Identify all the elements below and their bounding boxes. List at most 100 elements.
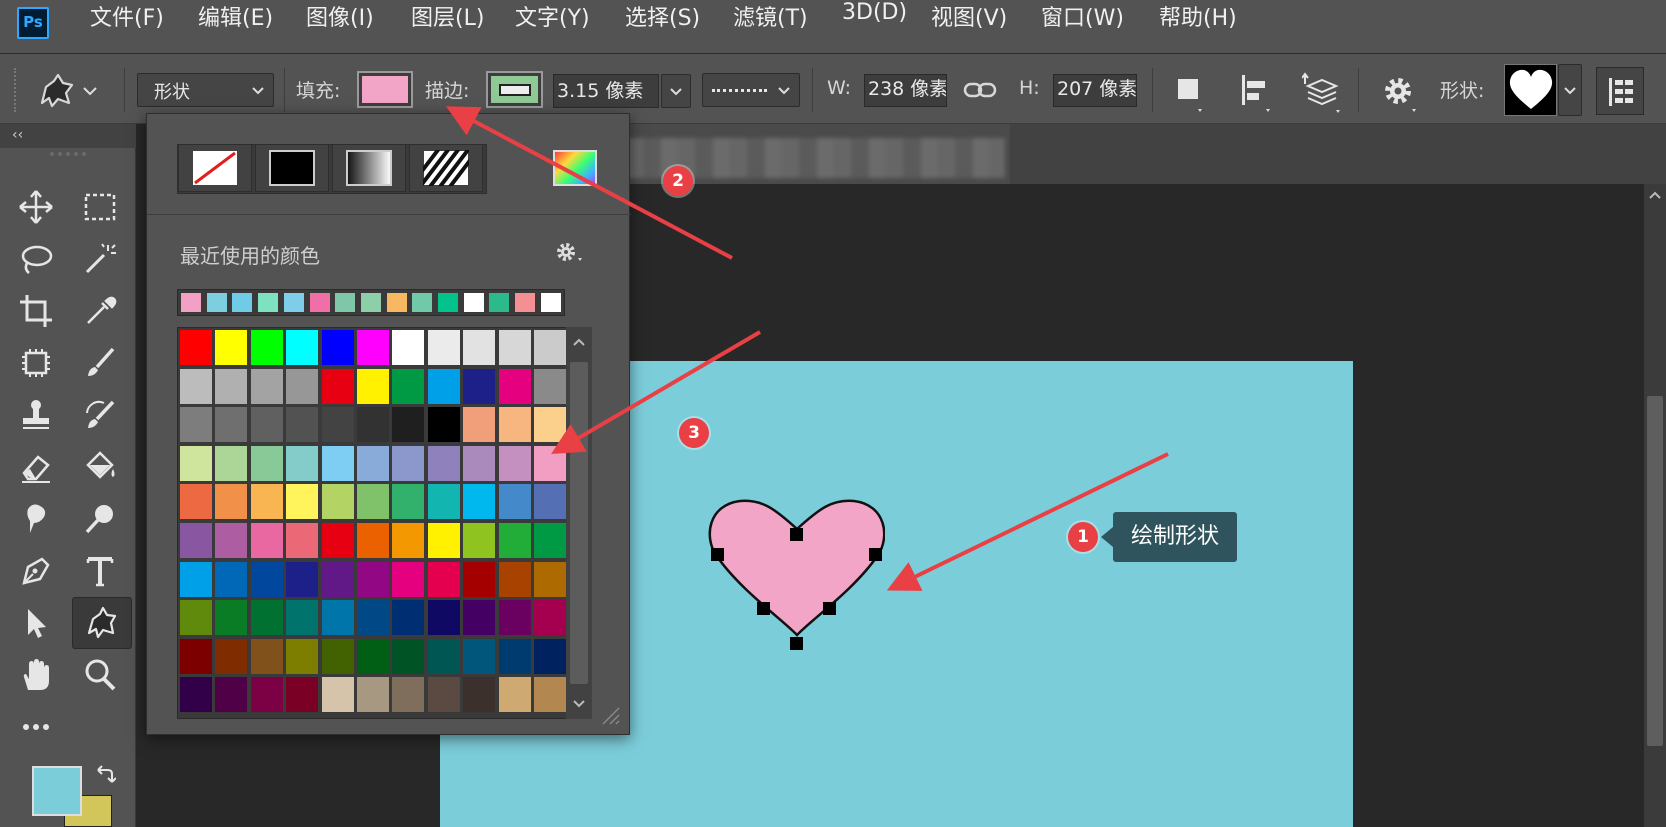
fill-swatch[interactable]: [357, 71, 413, 108]
color-swatch[interactable]: [462, 406, 497, 444]
stamp-tool-icon[interactable]: [14, 394, 58, 436]
color-swatch[interactable]: [356, 444, 390, 482]
anchor-point[interactable]: [757, 602, 770, 615]
recent-color-swatch[interactable]: [180, 292, 202, 313]
color-swatch[interactable]: [249, 444, 284, 482]
scroll-down-icon[interactable]: [572, 699, 586, 709]
color-swatch[interactable]: [462, 483, 497, 521]
color-swatch[interactable]: [214, 599, 249, 637]
color-swatch[interactable]: [179, 676, 213, 714]
toolbox-grip[interactable]: [50, 152, 86, 156]
smudge-tool-icon[interactable]: [14, 498, 58, 540]
recent-color-swatch[interactable]: [437, 292, 459, 313]
color-swatch[interactable]: [249, 676, 284, 714]
paint-bucket-icon[interactable]: [78, 446, 122, 488]
color-swatch[interactable]: [391, 522, 426, 559]
color-picker-icon[interactable]: [553, 150, 597, 186]
color-swatch[interactable]: [426, 444, 461, 482]
color-swatch[interactable]: [320, 367, 355, 405]
color-swatch[interactable]: [497, 560, 532, 598]
shape-picker[interactable]: [1504, 64, 1557, 116]
color-swatch[interactable]: [462, 637, 497, 675]
menu-edit[interactable]: 编辑(E): [198, 0, 273, 54]
resize-grip-icon[interactable]: [599, 704, 621, 726]
color-swatch[interactable]: [533, 329, 567, 366]
recent-color-swatch[interactable]: [462, 292, 485, 313]
swatch-scroll-thumb[interactable]: [570, 362, 588, 684]
color-swatch[interactable]: [249, 599, 284, 637]
anchor-point[interactable]: [790, 528, 803, 541]
color-swatch[interactable]: [533, 560, 567, 598]
color-swatch[interactable]: [249, 406, 284, 444]
swap-colors-icon[interactable]: [94, 764, 116, 786]
color-swatch[interactable]: [391, 367, 426, 405]
recent-color-swatch[interactable]: [539, 292, 562, 313]
gear-icon[interactable]: [554, 240, 586, 264]
color-swatch[interactable]: [462, 560, 497, 598]
eyedropper-icon[interactable]: [78, 290, 122, 332]
color-swatch[interactable]: [497, 676, 532, 714]
swatch-scrollbar[interactable]: [566, 327, 592, 719]
color-swatch[interactable]: [249, 522, 284, 559]
solid-color-button[interactable]: [255, 144, 329, 192]
dodge-tool-icon[interactable]: [78, 498, 122, 540]
color-swatch[interactable]: [249, 329, 284, 366]
color-swatch[interactable]: [426, 599, 461, 637]
color-swatch[interactable]: [320, 599, 355, 637]
color-swatch[interactable]: [426, 560, 461, 598]
color-swatch[interactable]: [391, 444, 426, 482]
options-grip[interactable]: [14, 68, 17, 112]
color-swatch[interactable]: [391, 560, 426, 598]
color-swatch[interactable]: [356, 676, 390, 714]
path-operations-icon[interactable]: [1172, 75, 1206, 115]
stroke-width-field[interactable]: 3.15 像素: [553, 74, 659, 108]
color-swatch[interactable]: [497, 444, 532, 482]
stroke-width-dropdown[interactable]: [661, 74, 691, 108]
color-swatch[interactable]: [356, 599, 390, 637]
recent-color-swatch[interactable]: [205, 292, 228, 313]
path-alignment-icon[interactable]: [1238, 73, 1274, 115]
color-swatch[interactable]: [356, 637, 390, 675]
color-swatch[interactable]: [179, 483, 213, 521]
color-swatch[interactable]: [320, 676, 355, 714]
color-swatch[interactable]: [497, 483, 532, 521]
path-arrangement-icon[interactable]: [1302, 72, 1342, 116]
color-swatch[interactable]: [533, 444, 567, 482]
color-swatch[interactable]: [426, 676, 461, 714]
scroll-up-icon[interactable]: [572, 337, 586, 347]
recent-color-swatch[interactable]: [514, 292, 537, 313]
shape-picker-dropdown[interactable]: [1558, 64, 1582, 116]
color-swatch[interactable]: [320, 444, 355, 482]
color-swatch[interactable]: [391, 599, 426, 637]
color-swatch[interactable]: [179, 522, 213, 559]
color-swatch[interactable]: [214, 329, 249, 366]
recent-color-swatch[interactable]: [488, 292, 511, 313]
color-swatch[interactable]: [533, 599, 567, 637]
foreground-color-swatch[interactable]: [32, 766, 82, 816]
color-swatch[interactable]: [285, 637, 320, 675]
color-swatch[interactable]: [533, 676, 567, 714]
color-swatch[interactable]: [179, 637, 213, 675]
brush-tool-icon[interactable]: [78, 342, 122, 384]
color-swatch[interactable]: [285, 522, 320, 559]
color-swatch[interactable]: [320, 522, 355, 559]
color-swatch[interactable]: [214, 367, 249, 405]
scroll-up-icon[interactable]: [1648, 190, 1662, 200]
pattern-button[interactable]: [409, 144, 483, 192]
color-swatch[interactable]: [462, 444, 497, 482]
menu-window[interactable]: 窗口(W): [1041, 0, 1124, 54]
menu-file[interactable]: 文件(F): [90, 0, 164, 54]
color-swatch[interactable]: [285, 483, 320, 521]
color-swatch[interactable]: [497, 367, 532, 405]
anchor-point[interactable]: [711, 548, 724, 561]
color-swatch[interactable]: [426, 637, 461, 675]
frame-tool-icon[interactable]: [14, 342, 58, 384]
color-swatch[interactable]: [356, 406, 390, 444]
link-icon[interactable]: [963, 79, 997, 101]
color-swatch[interactable]: [214, 444, 249, 482]
color-swatch[interactable]: [391, 637, 426, 675]
menu-filter[interactable]: 滤镜(T): [733, 0, 808, 54]
color-swatch[interactable]: [533, 367, 567, 405]
color-swatch[interactable]: [249, 367, 284, 405]
menu-help[interactable]: 帮助(H): [1159, 0, 1237, 54]
